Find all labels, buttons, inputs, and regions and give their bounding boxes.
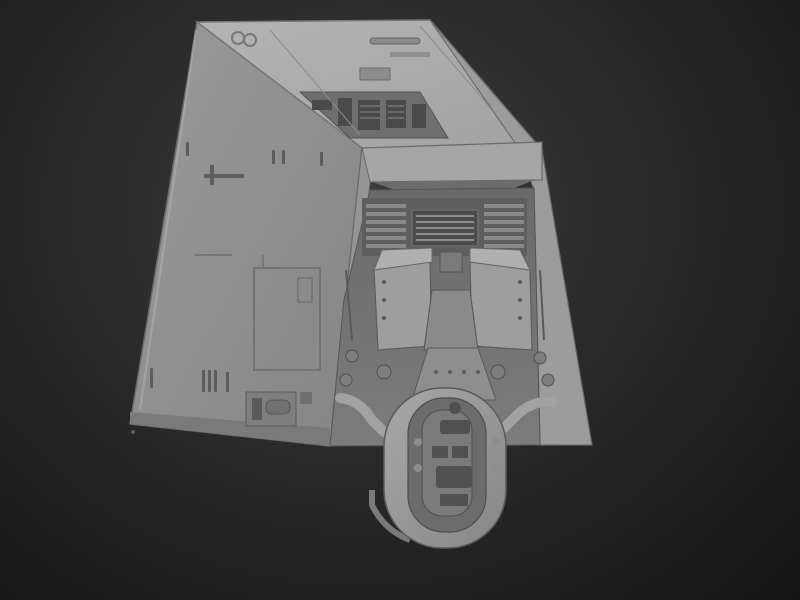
- model-render: [129, 19, 593, 549]
- render-viewport: [0, 0, 800, 600]
